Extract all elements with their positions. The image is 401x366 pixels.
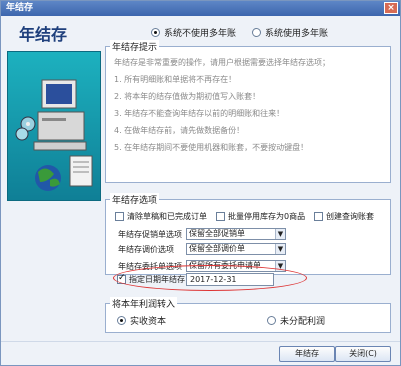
price-select-label: 年结存调价选项	[118, 245, 174, 254]
tip-line: 2. 将本年的结存值做为期初值写入账套！	[114, 92, 261, 101]
check-disable-zero-stock[interactable]: 批量停用库存为0商品	[216, 211, 305, 222]
checkbox-icon[interactable]	[115, 212, 124, 221]
profit-option-capital[interactable]: 实收资本	[117, 314, 166, 327]
tip-line: 4. 在做年结存前，请先做数据备份！	[114, 126, 245, 135]
promo-select[interactable]: 保留全部促销单 ▼	[186, 228, 286, 240]
check-disable-zero-stock-label: 批量停用库存为0商品	[228, 212, 306, 221]
radio-selected-icon[interactable]	[151, 28, 160, 37]
footer-divider	[1, 341, 400, 342]
chevron-down-icon[interactable]: ▼	[275, 229, 285, 239]
radio-icon[interactable]	[252, 28, 261, 37]
radio-selected-icon[interactable]	[117, 316, 126, 325]
checkbox-icon[interactable]	[216, 212, 225, 221]
check-create-query-label: 创建查询账套	[326, 212, 374, 221]
computer-illustration	[7, 51, 101, 201]
options-legend: 年结存选项	[110, 193, 160, 206]
mode-option-2-label: 系统使用多年账	[265, 29, 329, 39]
tip-line: 3. 年结存不能查询年结存以前的明细账和往来！	[114, 109, 285, 118]
check-clear-drafts[interactable]: 清除草稿和已完成订单	[115, 211, 207, 222]
close-button[interactable]: 关闭(C)	[335, 346, 391, 362]
promo-select-label: 年结存促销单选项	[118, 230, 182, 239]
page-title: 年结存	[19, 25, 68, 44]
tips-legend: 年结存提示	[110, 40, 160, 53]
title-bar: 年结存 ×	[1, 1, 400, 16]
radio-icon[interactable]	[267, 316, 276, 325]
tip-line: 5. 在年结存期间不要使用机器和账套，不要按动键盘！	[114, 143, 309, 152]
price-select[interactable]: 保留全部调价单 ▼	[186, 243, 286, 255]
mode-option-1-label: 系统不使用多年账	[164, 29, 237, 39]
checkbox-icon[interactable]	[314, 212, 323, 221]
mode-option-2[interactable]: 系统使用多年账	[252, 26, 328, 39]
price-select-value: 保留全部调价单	[189, 244, 245, 253]
chevron-down-icon[interactable]: ▼	[275, 244, 285, 254]
dialog-window: 年结存 × 年结存 系统不使用多年账 系统使用多年账 年结存提示 年结存是非常重…	[0, 0, 401, 366]
profit-legend: 将本年利润转入	[110, 297, 178, 310]
check-clear-drafts-label: 清除草稿和已完成订单	[127, 212, 207, 221]
tips-panel: 年结存提示 年结存是非常重要的操作，请用户根据需要选择年结存选项； 1. 所有明…	[105, 40, 391, 183]
highlight-ellipse	[113, 265, 307, 291]
profit-option-capital-label: 实收资本	[130, 317, 167, 327]
tip-line: 1. 所有明细账和单据将不再存在！	[114, 75, 237, 84]
mode-option-1[interactable]: 系统不使用多年账	[151, 26, 236, 39]
window-title: 年结存	[6, 3, 34, 13]
profit-option-undistributed[interactable]: 未分配利润	[267, 314, 325, 327]
tip-line: 年结存是非常重要的操作，请用户根据需要选择年结存选项；	[114, 58, 330, 67]
profit-option-undistributed-label: 未分配利润	[280, 317, 326, 327]
promo-select-value: 保留全部促销单	[189, 229, 245, 238]
check-create-query[interactable]: 创建查询账套	[314, 211, 374, 222]
close-icon[interactable]: ×	[384, 2, 398, 14]
year-end-button[interactable]: 年结存	[279, 346, 335, 362]
